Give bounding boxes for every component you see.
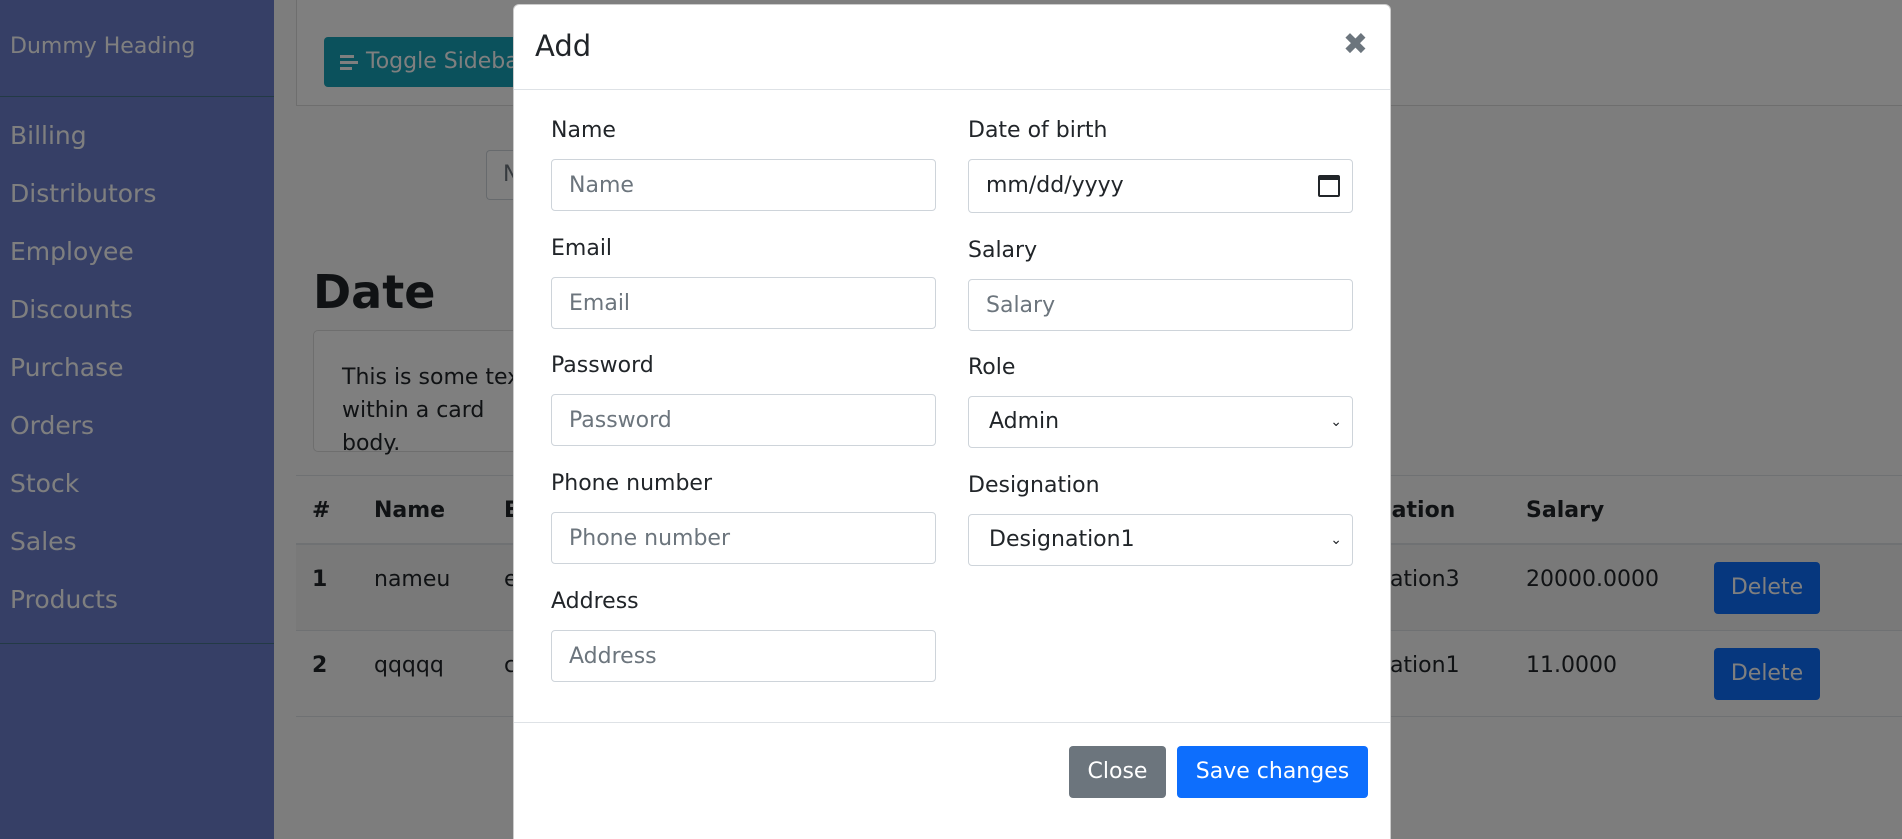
password-field-group: Password: [551, 352, 936, 446]
password-input[interactable]: [551, 394, 936, 446]
salary-label: Salary: [968, 238, 1038, 263]
name-label: Name: [551, 118, 616, 143]
role-select[interactable]: Admin ⌄: [968, 396, 1353, 448]
calendar-icon[interactable]: [1318, 175, 1340, 197]
phone-field-group: Phone number: [551, 470, 936, 564]
modal-title: Add: [535, 29, 592, 63]
address-field-group: Address: [551, 588, 936, 682]
save-changes-button[interactable]: Save changes: [1177, 746, 1368, 798]
address-label: Address: [551, 589, 639, 614]
phone-label: Phone number: [551, 471, 713, 496]
chevron-down-icon: ⌄: [1330, 414, 1342, 430]
role-label: Role: [968, 355, 1016, 380]
dob-input[interactable]: mm/dd/yyyy: [968, 159, 1353, 213]
email-input[interactable]: [551, 277, 936, 329]
address-input[interactable]: [551, 630, 936, 682]
salary-input[interactable]: [968, 279, 1353, 331]
designation-selected: Designation1: [989, 527, 1135, 552]
dob-label: Date of birth: [968, 118, 1108, 143]
close-button[interactable]: Close: [1069, 746, 1166, 798]
password-label: Password: [551, 353, 654, 378]
modal-footer: Close Save changes: [514, 722, 1390, 822]
name-field-group: Name: [551, 117, 936, 211]
designation-select[interactable]: Designation1 ⌄: [968, 514, 1353, 566]
dob-value: mm/dd/yyyy: [986, 173, 1124, 198]
salary-field-group: Salary: [968, 237, 1353, 331]
modal-header: Add ✖: [514, 5, 1390, 90]
email-label: Email: [551, 236, 613, 261]
dob-field-group: Date of birth mm/dd/yyyy: [968, 117, 1353, 213]
phone-input[interactable]: [551, 512, 936, 564]
designation-field-group: Designation Designation1 ⌄: [968, 472, 1353, 566]
designation-label: Designation: [968, 473, 1100, 498]
role-field-group: Role Admin ⌄: [968, 354, 1353, 448]
email-field-group: Email: [551, 235, 936, 329]
chevron-down-icon: ⌄: [1330, 532, 1342, 548]
close-icon[interactable]: ✖: [1343, 27, 1368, 62]
name-input[interactable]: [551, 159, 936, 211]
add-modal: Add ✖ Name Email Password Phone number A…: [513, 4, 1391, 839]
role-selected: Admin: [989, 409, 1060, 434]
